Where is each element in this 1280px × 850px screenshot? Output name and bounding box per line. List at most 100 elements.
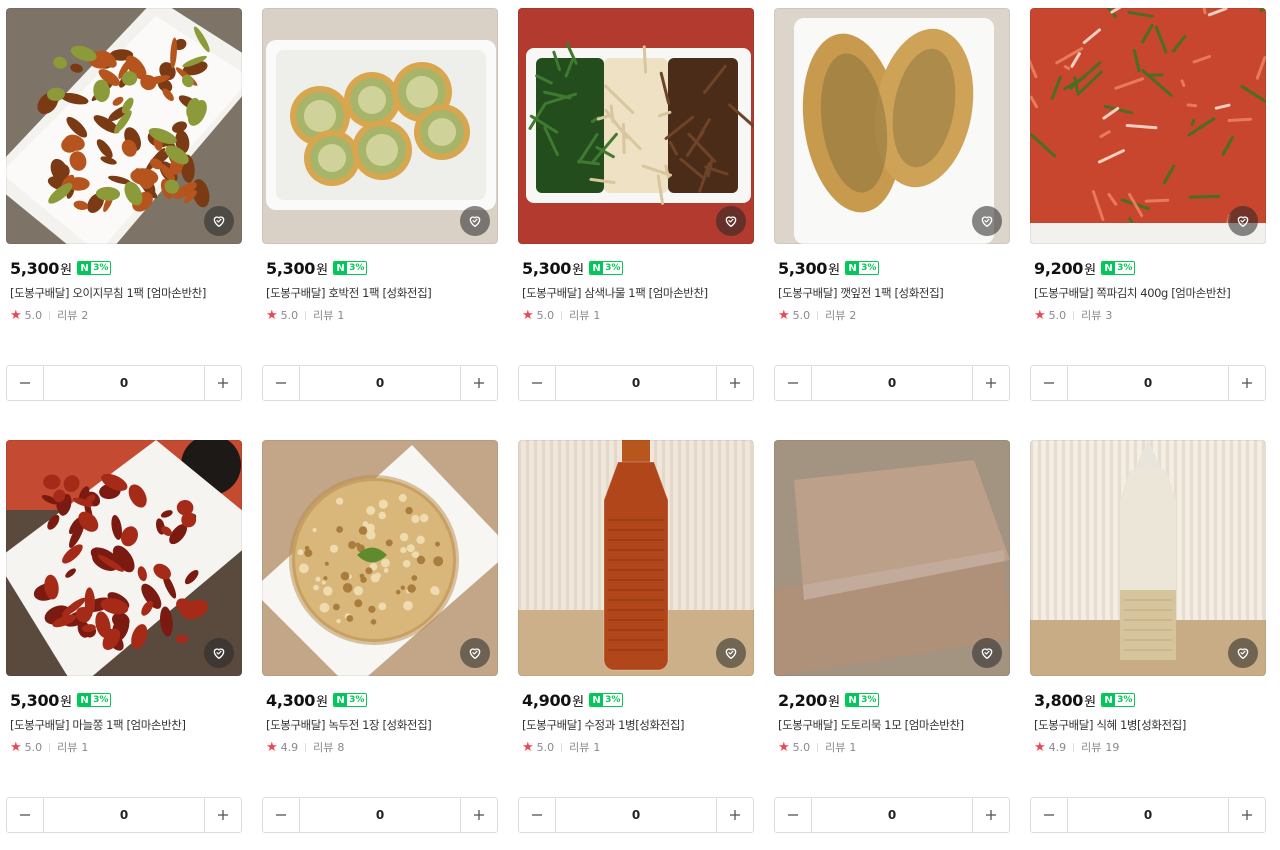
wishlist-button[interactable] (716, 206, 746, 236)
product-photo (1030, 8, 1266, 244)
product-name[interactable]: [도봉구배달] 삼색나물 1팩 [엄마손반찬] (522, 285, 754, 301)
increase-button[interactable] (1229, 798, 1265, 832)
price-row: 4,300 원 N 3% (266, 690, 368, 710)
increase-button[interactable] (461, 366, 497, 400)
star-icon: ★ (10, 307, 22, 323)
quantity-value[interactable]: 0 (811, 366, 973, 400)
npay-logo-icon: N (590, 694, 604, 706)
currency-unit: 원 (316, 262, 329, 278)
product-image[interactable] (1030, 440, 1266, 676)
product-image[interactable] (518, 8, 754, 244)
product-image[interactable] (6, 440, 242, 676)
product-image[interactable] (262, 440, 498, 676)
increase-button[interactable] (461, 798, 497, 832)
decrease-button[interactable] (1031, 366, 1067, 400)
review-label: 리뷰 (1081, 309, 1102, 322)
minus-icon (532, 382, 542, 384)
increase-button[interactable] (1229, 366, 1265, 400)
decrease-button[interactable] (1031, 798, 1067, 832)
increase-button[interactable] (205, 366, 241, 400)
npay-percent: 3% (1117, 695, 1133, 705)
decrease-button[interactable] (775, 366, 811, 400)
quantity-value[interactable]: 0 (555, 366, 717, 400)
product-image[interactable] (774, 8, 1010, 244)
star-icon: ★ (778, 307, 790, 323)
star-icon: ★ (1034, 739, 1046, 755)
decrease-button[interactable] (7, 366, 43, 400)
wishlist-button[interactable] (204, 206, 234, 236)
product-name[interactable]: [도봉구배달] 수정과 1병[성화전집] (522, 717, 754, 733)
decrease-button[interactable] (7, 798, 43, 832)
decrease-button[interactable] (775, 798, 811, 832)
currency-unit: 원 (1084, 262, 1097, 278)
quantity-value[interactable]: 0 (43, 798, 205, 832)
increase-button[interactable] (717, 366, 753, 400)
price-row: 5,300 원 N 3% (778, 258, 880, 278)
product-name[interactable]: [도봉구배달] 식혜 1병[성화전집] (1034, 717, 1266, 733)
product-name[interactable]: [도봉구배달] 도토리묵 1모 [엄마손반찬] (778, 717, 1010, 733)
product-image[interactable] (774, 440, 1010, 676)
rating-value: 5.0 (536, 308, 555, 322)
wishlist-button[interactable] (716, 638, 746, 668)
currency-unit: 원 (1084, 694, 1097, 710)
wishlist-button[interactable] (1228, 206, 1258, 236)
plus-icon (474, 810, 484, 820)
wishlist-button[interactable] (204, 638, 234, 668)
increase-button[interactable] (205, 798, 241, 832)
rating-row: ★ 4.9 리뷰 8 (266, 739, 344, 755)
product-name[interactable]: [도봉구배달] 오이지무침 1팩 [엄마손반찬] (10, 285, 242, 301)
product-image[interactable] (518, 440, 754, 676)
price-row: 2,200 원 N 3% (778, 690, 880, 710)
review-label: 리뷰 (1081, 741, 1102, 754)
npay-percent: 3% (93, 263, 109, 273)
decrease-button[interactable] (263, 798, 299, 832)
quantity-stepper: 0 (518, 365, 754, 401)
quantity-value[interactable]: 0 (555, 798, 717, 832)
npay-badge: N 3% (845, 693, 880, 707)
heart-check-icon (981, 648, 993, 659)
wishlist-button[interactable] (460, 206, 490, 236)
product-name[interactable]: [도봉구배달] 마늘쫑 1팩 [엄마손반찬] (10, 717, 242, 733)
rating-row: ★ 5.0 리뷰 2 (10, 307, 88, 323)
quantity-value[interactable]: 0 (1067, 798, 1229, 832)
quantity-stepper: 0 (1030, 365, 1266, 401)
product-image[interactable] (262, 8, 498, 244)
divider (305, 310, 307, 320)
wishlist-button[interactable] (972, 206, 1002, 236)
heart-check-icon (981, 216, 993, 227)
increase-button[interactable] (973, 798, 1009, 832)
plus-icon (986, 378, 996, 388)
currency-unit: 원 (572, 694, 585, 710)
wishlist-button[interactable] (460, 638, 490, 668)
price-value: 2,200 (778, 690, 828, 710)
product-name[interactable]: [도봉구배달] 녹두전 1장 [성화전집] (266, 717, 498, 733)
quantity-stepper: 0 (774, 797, 1010, 833)
rating-value: 5.0 (280, 308, 299, 322)
product-name[interactable]: [도봉구배달] 호박전 1팩 [성화전집] (266, 285, 498, 301)
product-image[interactable] (6, 8, 242, 244)
increase-button[interactable] (717, 798, 753, 832)
product-name[interactable]: [도봉구배달] 깻잎전 1팩 [성화전집] (778, 285, 1010, 301)
increase-button[interactable] (973, 366, 1009, 400)
wishlist-button[interactable] (1228, 638, 1258, 668)
decrease-button[interactable] (519, 798, 555, 832)
price-value: 4,900 (522, 690, 572, 710)
quantity-value[interactable]: 0 (43, 366, 205, 400)
quantity-stepper: 0 (774, 365, 1010, 401)
heart-check-icon (1237, 648, 1249, 659)
product-name[interactable]: [도봉구배달] 쪽파김치 400g [엄마손반찬] (1034, 285, 1266, 301)
price-row: 5,300 원 N 3% (522, 258, 624, 278)
quantity-value[interactable]: 0 (299, 366, 461, 400)
product-photo (518, 8, 754, 244)
npay-percent: 3% (349, 263, 365, 273)
npay-logo-icon: N (334, 262, 348, 274)
product-image[interactable] (1030, 8, 1266, 244)
rating-value: 4.9 (1048, 740, 1067, 754)
npay-percent: 3% (861, 695, 877, 705)
quantity-value[interactable]: 0 (811, 798, 973, 832)
quantity-value[interactable]: 0 (299, 798, 461, 832)
decrease-button[interactable] (263, 366, 299, 400)
wishlist-button[interactable] (972, 638, 1002, 668)
quantity-value[interactable]: 0 (1067, 366, 1229, 400)
decrease-button[interactable] (519, 366, 555, 400)
